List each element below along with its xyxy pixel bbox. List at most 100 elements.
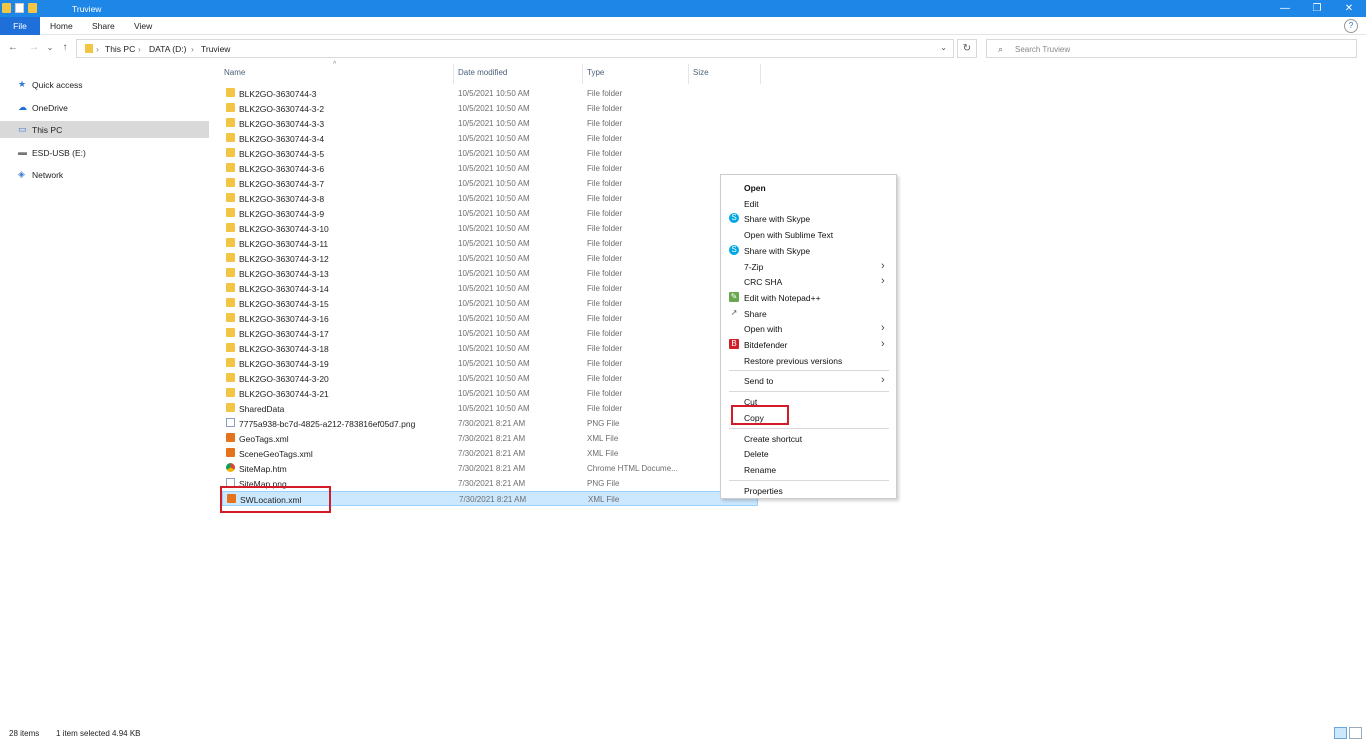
refresh-button[interactable]: ↻ [957,39,977,58]
sidebar-item-onedrive[interactable]: ☁ OneDrive [0,99,209,116]
menu-item-share-with-skype[interactable]: S Share with Skype [721,211,896,226]
sidebar-item-network[interactable]: ◈ Network [0,166,209,183]
menu-item-label: Restore previous versions [744,355,843,366]
file-row[interactable]: SceneGeoTags.xml 7/30/2021 8:21 AM XML Fil… [222,446,758,461]
column-header-size[interactable]: Size [693,68,709,82]
column-header-name[interactable]: Name [224,68,245,82]
menu-item-share[interactable]: ↗ Share [721,306,896,321]
breadcrumb-data-drive[interactable]: DATA (D:) [149,44,186,54]
large-icons-view-icon[interactable] [1349,727,1362,739]
breadcrumb-separator[interactable]: › [191,44,194,54]
file-row[interactable]: BLK2GO-3630744-3-4 10/5/2021 10:50 AM File… [222,131,758,146]
file-row[interactable]: BLK2GO-3630744-3-10 10/5/2021 10:50 AM Fil… [222,221,758,236]
file-row[interactable]: BLK2GO-3630744-3-13 10/5/2021 10:50 AM Fil… [222,266,758,281]
window-title: Truview [72,4,102,14]
file-date: 7/30/2021 8:21 AM [458,479,526,488]
file-row[interactable]: BLK2GO-3630744-3-7 10/5/2021 10:50 AM File… [222,176,758,191]
sidebar-item-esd-usb-e[interactable]: ▬ ESD-USB (E:) [0,144,209,161]
file-row[interactable]: BLK2GO-3630744-3-11 10/5/2021 10:50 AM Fil… [222,236,758,251]
menu-item-open-with-sublime-text[interactable]: Open with Sublime Text [721,227,896,242]
help-button[interactable]: ? [1344,19,1358,33]
new-folder-icon[interactable] [28,3,37,13]
menu-item-rename[interactable]: Rename [721,462,896,477]
folder-icon [226,118,235,127]
menu-item-send-to[interactable]: Send to › [721,373,896,388]
sidebar-item-quick-access[interactable]: ★ Quick access [0,76,209,93]
file-row[interactable]: BLK2GO-3630744-3-18 10/5/2021 10:50 AM Fil… [222,341,758,356]
column-divider[interactable] [688,64,689,84]
file-name: BLK2GO-3630744-3-14 [239,284,329,294]
file-row[interactable]: BLK2GO-3630744-3-17 10/5/2021 10:50 AM Fil… [222,326,758,341]
close-button[interactable]: ✕ [1332,0,1366,17]
file-row[interactable]: BLK2GO-3630744-3-6 10/5/2021 10:50 AM File… [222,161,758,176]
file-row[interactable]: BLK2GO-3630744-3-15 10/5/2021 10:50 AM Fil… [222,296,758,311]
menu-item-restore-previous-versions[interactable]: Restore previous versions [721,353,896,368]
breadcrumb-truview[interactable]: Truview [201,44,230,54]
menu-item-properties[interactable]: Properties [721,483,896,498]
file-row[interactable]: BLK2GO-3630744-3-20 10/5/2021 10:50 AM Fil… [222,371,758,386]
menu-item-delete[interactable]: Delete [721,446,896,461]
search-input[interactable]: ⌕ Search Truview [986,39,1357,58]
menu-item-edit-with-notepad[interactable]: ✎ Edit with Notepad++ [721,290,896,305]
column-divider[interactable] [453,64,454,84]
menu-item-create-shortcut[interactable]: Create shortcut [721,431,896,446]
file-row[interactable]: BLK2GO-3630744-3-3 10/5/2021 10:50 AM File… [222,116,758,131]
file-row[interactable]: SiteMap.htm 7/30/2021 8:21 AM Chrome HTML … [222,461,758,476]
breadcrumb-this-pc[interactable]: This PC [105,44,135,54]
back-button[interactable]: ← [6,41,20,55]
properties-icon[interactable] [15,3,24,13]
file-row[interactable]: BLK2GO-3630744-3 10/5/2021 10:50 AM File f… [222,86,758,101]
address-bar[interactable]: › This PC › DATA (D:) › Truview ⌄ [76,39,954,58]
details-view-icon[interactable] [1334,727,1347,739]
menu-item-open-with[interactable]: Open with › [721,321,896,336]
file-row[interactable]: BLK2GO-3630744-3-19 10/5/2021 10:50 AM Fil… [222,356,758,371]
file-row[interactable]: SharedData 10/5/2021 10:50 AM File folder [222,401,758,416]
tab-share[interactable]: Share [80,17,127,35]
folder-icon [226,88,235,97]
file-row[interactable]: BLK2GO-3630744-3-9 10/5/2021 10:50 AM File… [222,206,758,221]
up-button[interactable]: ↑ [58,41,72,55]
file-row[interactable]: GeoTags.xml 7/30/2021 8:21 AM XML File [222,431,758,446]
file-row[interactable]: BLK2GO-3630744-3-2 10/5/2021 10:50 AM File… [222,101,758,116]
menu-separator [729,391,889,393]
file-row[interactable]: BLK2GO-3630744-3-14 10/5/2021 10:50 AM Fil… [222,281,758,296]
file-row[interactable]: BLK2GO-3630744-3-5 10/5/2021 10:50 AM File… [222,146,758,161]
maximize-button[interactable]: ❐ [1300,0,1334,17]
chevron-down-icon[interactable]: ⌄ [940,43,947,52]
folder-icon [226,253,235,262]
file-row[interactable]: BLK2GO-3630744-3-8 10/5/2021 10:50 AM File… [222,191,758,206]
file-name: BLK2GO-3630744-3-10 [239,224,329,234]
file-type: XML File [587,434,619,443]
sidebar-item-this-pc[interactable]: ▭ This PC [0,121,209,138]
chevron-right-icon: › [881,322,885,335]
breadcrumb-separator[interactable]: › [96,44,99,54]
column-divider[interactable] [760,64,761,84]
file-row[interactable]: BLK2GO-3630744-3-12 10/5/2021 10:50 AM Fil… [222,251,758,266]
folder-icon [226,133,235,142]
column-header-type[interactable]: Type [587,68,604,82]
menu-item-7-zip[interactable]: 7-Zip › [721,259,896,274]
column-header-date[interactable]: Date modified [458,68,507,82]
menu-item-share-with-skype[interactable]: S Share with Skype [721,243,896,258]
tab-view[interactable]: View [122,17,164,35]
file-row[interactable]: BLK2GO-3630744-3-16 10/5/2021 10:50 AM Fil… [222,311,758,326]
search-icon: ⌕ [998,44,1004,54]
file-row[interactable]: 7775a938-bc7d-4825-a212-783816ef05d7.png… [222,416,758,431]
file-row[interactable]: BLK2GO-3630744-3-21 10/5/2021 10:50 AM Fil… [222,386,758,401]
file-type: File folder [587,149,623,158]
column-divider[interactable] [582,64,583,84]
forward-button[interactable]: → [27,41,41,55]
tab-file[interactable]: File [0,17,40,35]
chrome-icon [226,463,235,472]
minimize-button[interactable]: — [1268,0,1302,17]
menu-item-edit[interactable]: Edit [721,196,896,211]
menu-item-open[interactable]: Open [721,180,896,195]
folder-icon [226,238,235,247]
breadcrumb-separator[interactable]: › [138,44,141,54]
recent-locations-button[interactable]: ⌄ [43,41,57,55]
menu-item-bitdefender[interactable]: B Bitdefender › [721,337,896,352]
tab-home[interactable]: Home [38,17,85,35]
menu-item-label: Open with Sublime Text [744,230,834,241]
file-date: 10/5/2021 10:50 AM [458,314,530,323]
menu-item-crc-sha[interactable]: CRC SHA › [721,274,896,289]
